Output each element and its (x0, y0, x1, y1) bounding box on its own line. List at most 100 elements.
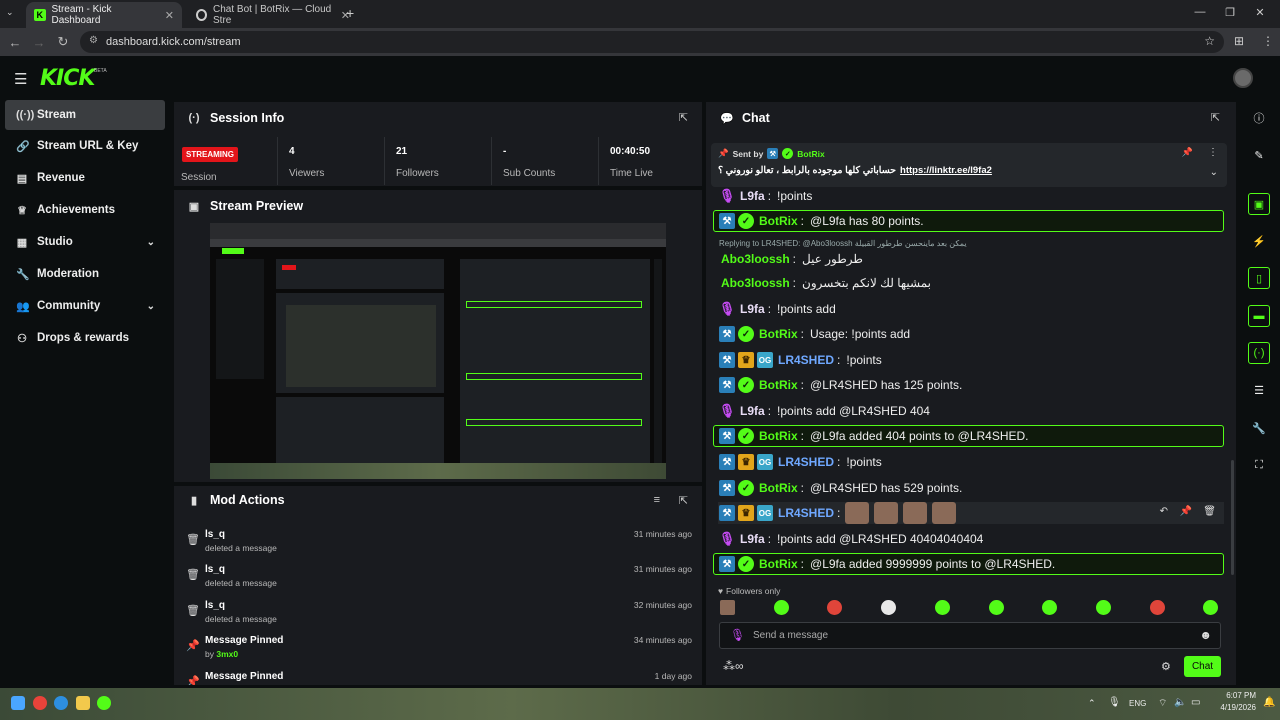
forward-icon[interactable]: → (27, 35, 51, 50)
lightning-icon[interactable]: ⚡ (1248, 230, 1270, 252)
battery-icon[interactable]: ▭ (1191, 697, 1200, 708)
sidebar-item-studio[interactable]: ▦ Studio ⌄ (5, 227, 165, 257)
settings-gear-icon[interactable]: ⚙ (1161, 660, 1171, 673)
sidebar-item-moderation[interactable]: 🔧 Moderation (5, 259, 165, 289)
emote-image[interactable] (874, 502, 899, 524)
tab-search-icon[interactable]: ⌄ (6, 7, 14, 18)
back-icon[interactable]: ← (3, 35, 27, 50)
tray-chevron-icon[interactable]: ⌃ (1088, 698, 1096, 709)
emote-button[interactable] (773, 600, 789, 615)
emote-button[interactable] (827, 600, 843, 615)
chat-username[interactable]: L9fa (740, 189, 765, 203)
sidebar-item-stream[interactable]: ((·)) Stream (5, 100, 165, 130)
emote-button[interactable] (1149, 600, 1165, 615)
url-field[interactable]: ⚙ dashboard.kick.com/stream ☆ (80, 31, 1224, 53)
popout-icon[interactable]: ⇱ (679, 111, 688, 124)
file-explorer-icon[interactable] (76, 696, 90, 710)
emote-button[interactable] (1095, 600, 1111, 615)
extensions-icon[interactable]: ⊞ (1234, 34, 1244, 48)
chat-username[interactable]: LR4SHED (778, 506, 834, 520)
emote-button[interactable] (881, 600, 897, 615)
chat-username[interactable]: Abo3loossh (721, 276, 790, 290)
emote-button[interactable] (1042, 600, 1058, 615)
clock-time[interactable]: 6:07 PM (1216, 691, 1256, 700)
layers-icon[interactable]: ☰ (1248, 379, 1270, 401)
unpin-icon[interactable]: 📌 (1182, 147, 1193, 158)
edit-pencil-icon[interactable]: ✎ (1248, 144, 1270, 166)
chrome-icon[interactable] (33, 696, 47, 710)
new-tab-button[interactable]: + (346, 5, 354, 21)
chat-username[interactable]: L9fa (740, 302, 765, 316)
chat-message-text: !points add @LR4SHED 404 (777, 404, 930, 418)
chat-username[interactable]: Abo3loossh (721, 252, 790, 266)
clock-date[interactable]: 4/19/2026 (1210, 703, 1256, 712)
chat-username[interactable]: BotRix (759, 327, 798, 341)
fullscreen-icon[interactable]: ⛶ (1248, 454, 1270, 476)
chat-username[interactable]: BotRix (759, 481, 798, 495)
kick-logo[interactable]: KICK (40, 66, 95, 91)
document-icon[interactable]: ▯ (1248, 267, 1270, 289)
chevron-down-icon[interactable]: ⌄ (1210, 167, 1218, 178)
chat-username[interactable]: BotRix (759, 378, 798, 392)
bookmark-star-icon[interactable]: ☆ (1204, 34, 1215, 48)
chat-username[interactable]: LR4SHED (778, 353, 834, 367)
minimize-icon[interactable]: — (1185, 6, 1215, 19)
points-icon[interactable]: ⁂∞ (723, 659, 744, 673)
pinned-link[interactable]: https://linktr.ee/l9fa2 (900, 165, 992, 176)
emote-image[interactable] (845, 502, 870, 524)
pin-icon[interactable]: 📌 (1180, 506, 1192, 517)
emoji-icon[interactable]: ☻ (1199, 628, 1212, 642)
browser-menu-icon[interactable]: ⋮ (1262, 34, 1274, 48)
chat-username[interactable]: LR4SHED (778, 455, 834, 469)
more-options-icon[interactable]: ⋮ (1208, 147, 1218, 158)
tab-botrix[interactable]: Chat Bot | BotRix — Cloud Stre ✕ (188, 2, 358, 28)
mic-tray-icon[interactable]: 🎙 (1108, 697, 1121, 708)
emote-button[interactable] (934, 600, 950, 615)
reload-icon[interactable]: ↻ (51, 34, 75, 50)
language-indicator[interactable]: ENG (1129, 699, 1146, 708)
chat-username[interactable]: L9fa (740, 532, 765, 546)
sidebar-item-stream-url-key[interactable]: 🔗 Stream URL & Key (5, 131, 165, 161)
broadcast-widget-icon[interactable]: (·) (1248, 342, 1270, 364)
close-window-icon[interactable]: ✕ (1245, 6, 1275, 19)
emote-image[interactable] (932, 502, 957, 524)
app-icon[interactable] (97, 696, 111, 710)
sidebar-item-community[interactable]: 👥 Community ⌄ (5, 291, 165, 321)
chat-username[interactable]: BotRix (759, 557, 798, 571)
chat-username[interactable]: BotRix (759, 429, 798, 443)
tab-kick-dashboard[interactable]: K Stream - Kick Dashboard ✕ (26, 2, 182, 28)
send-chat-button[interactable]: Chat (1184, 656, 1221, 677)
filter-icon[interactable]: ≡ (654, 494, 660, 506)
edge-icon[interactable] (54, 696, 68, 710)
sidebar-item-revenue[interactable]: ▤ Revenue (5, 163, 165, 193)
emote-button[interactable] (720, 600, 735, 615)
maximize-icon[interactable]: ❐ (1215, 6, 1245, 19)
volume-icon[interactable]: 🔈 (1174, 697, 1186, 708)
chat-scrollbar[interactable] (1231, 460, 1234, 575)
sidebar-item-achievements[interactable]: ♕ Achievements (5, 195, 165, 225)
wifi-icon[interactable]: ⌔ (1158, 697, 1167, 710)
chat-username[interactable]: BotRix (759, 214, 798, 228)
qr-icon[interactable]: ▣ (1248, 193, 1270, 215)
stream-preview-video[interactable] (210, 223, 666, 479)
hamburger-menu-icon[interactable]: ☰ (14, 70, 27, 88)
avatar[interactable] (1233, 68, 1253, 88)
wrench-widget-icon[interactable]: 🔧 (1248, 417, 1270, 439)
close-tab-icon[interactable]: ✕ (165, 9, 174, 22)
sidebar-item-drops-rewards[interactable]: ⚇ Drops & rewards (5, 323, 165, 353)
notifications-icon[interactable]: 🔔 (1263, 697, 1275, 708)
mod-username[interactable]: 3mx0 (216, 649, 238, 659)
popout-icon[interactable]: ⇱ (679, 494, 688, 507)
reply-icon[interactable]: ↶ (1160, 506, 1168, 517)
windows-start-icon[interactable] (11, 696, 25, 710)
emote-image[interactable] (903, 502, 928, 524)
chat-username[interactable]: L9fa (740, 404, 765, 418)
emote-button[interactable] (1203, 600, 1219, 615)
site-info-icon[interactable]: ⚙ (89, 35, 98, 46)
emote-button[interactable] (988, 600, 1004, 615)
delete-icon[interactable]: 🗑 (1203, 506, 1216, 517)
info-icon[interactable]: ⓘ (1248, 107, 1270, 129)
popout-icon[interactable]: ⇱ (1211, 111, 1220, 124)
chat-widget-icon[interactable]: ▬ (1248, 305, 1270, 327)
chat-input[interactable]: 🎙 Send a message ☻ (719, 622, 1221, 649)
